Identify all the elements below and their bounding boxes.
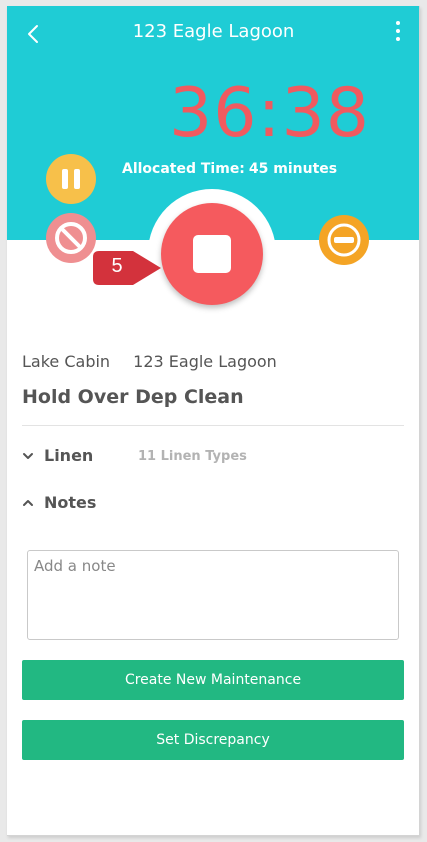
stop-button[interactable] (161, 203, 263, 305)
linen-summary: 11 Linen Types (138, 449, 247, 464)
allocated-time-label: Allocated Time: (122, 161, 245, 177)
location-name: 123 Eagle Lagoon (133, 352, 277, 371)
minus-circle-icon (327, 223, 361, 257)
pause-icon (62, 169, 68, 189)
allocated-time: Allocated Time: 45 minutes (122, 161, 337, 177)
chevron-down-icon (23, 452, 33, 459)
minus-button[interactable] (319, 215, 369, 265)
notes-section-toggle[interactable]: Notes (22, 493, 96, 512)
chevron-up-icon (23, 499, 33, 506)
pause-button[interactable] (46, 154, 96, 204)
step-badge: 5 (91, 247, 165, 289)
prohibited-icon (55, 222, 87, 254)
create-maintenance-button[interactable]: Create New Maintenance (22, 660, 404, 700)
app-screen: 123 Eagle Lagoon 36:38 Allocated Time: 45… (7, 6, 420, 836)
linen-label: Linen (44, 446, 94, 465)
elapsed-timer: 36:38 (169, 74, 370, 153)
back-button[interactable] (23, 22, 45, 46)
divider (22, 425, 404, 426)
location-row: Lake Cabin 123 Eagle Lagoon (22, 352, 277, 371)
location-type: Lake Cabin (22, 352, 111, 371)
more-options-button[interactable] (394, 21, 402, 45)
cancel-button[interactable] (46, 213, 96, 263)
page-title: 123 Eagle Lagoon (132, 21, 295, 42)
set-discrepancy-button[interactable]: Set Discrepancy (22, 720, 404, 760)
chevron-left-icon (28, 25, 38, 43)
linen-section-toggle[interactable]: Linen (22, 446, 93, 465)
note-input[interactable] (27, 550, 399, 640)
notes-label: Notes (44, 493, 97, 512)
more-vertical-icon (396, 21, 400, 25)
allocated-time-value: 45 minutes (248, 161, 338, 177)
stop-icon (193, 235, 231, 273)
task-title: Hold Over Dep Clean (22, 386, 244, 408)
step-number: 5 (111, 255, 123, 277)
